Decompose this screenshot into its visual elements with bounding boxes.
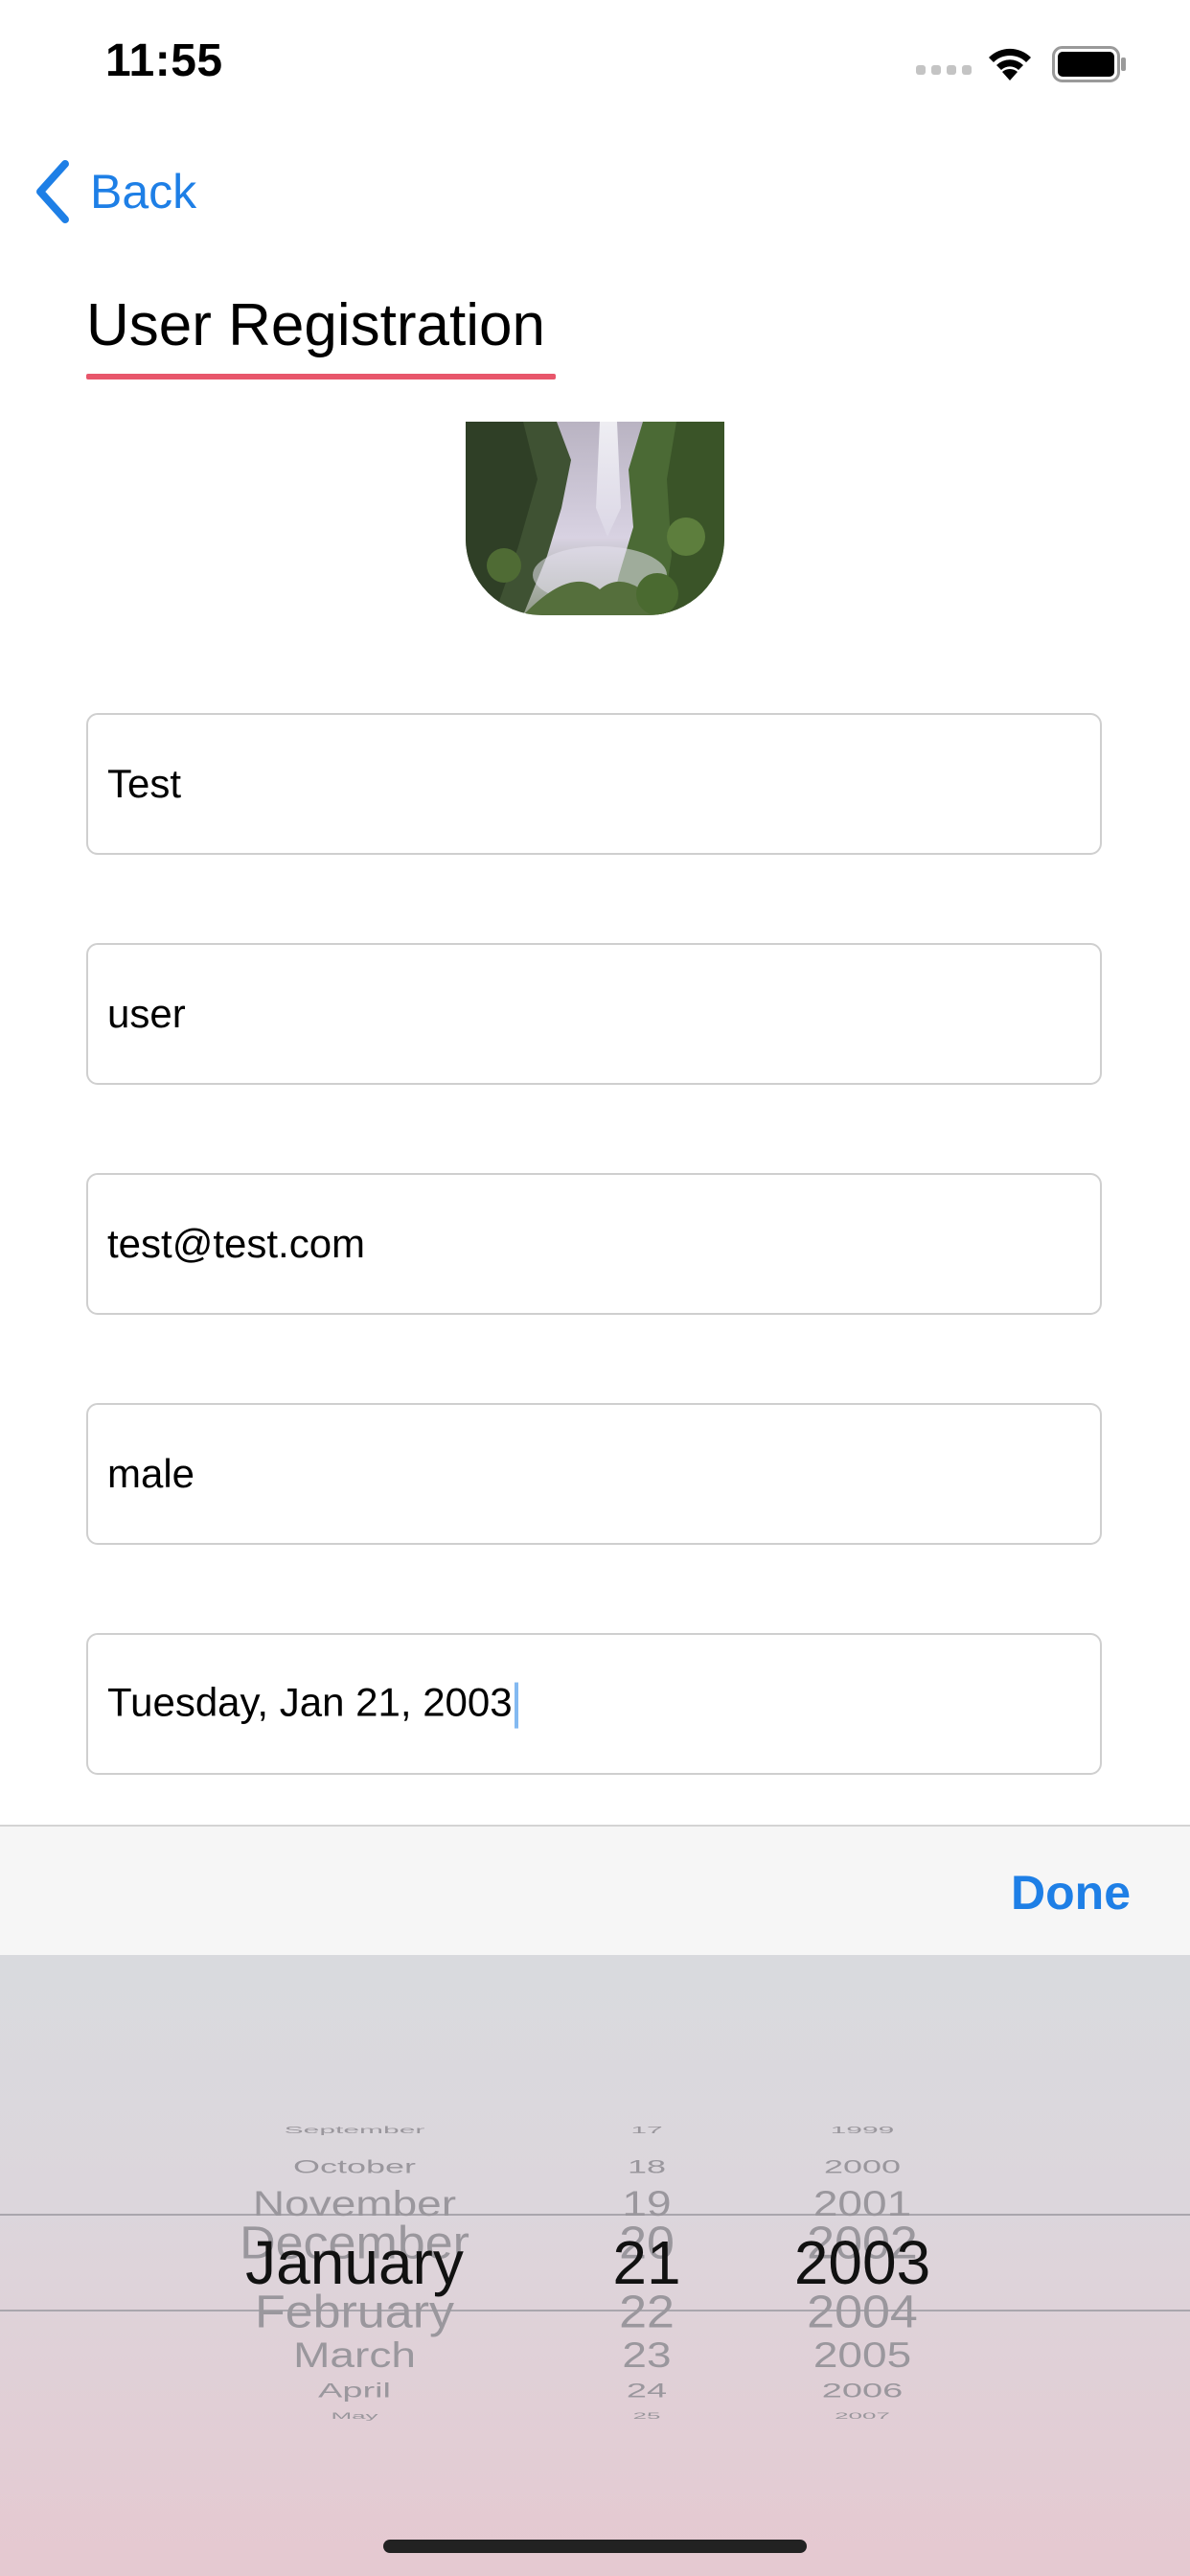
year-option[interactable]: 2001 <box>747 2186 977 2221</box>
title-underline <box>86 374 556 380</box>
month-option[interactable]: February <box>125 2289 584 2335</box>
status-bar: 11:55 <box>0 0 1190 125</box>
profile-photo[interactable] <box>466 422 724 615</box>
day-option[interactable]: 24 <box>565 2381 728 2402</box>
month-option[interactable]: September <box>125 2126 584 2136</box>
day-option[interactable]: 18 <box>565 2157 728 2176</box>
day-option[interactable]: 23 <box>565 2337 728 2373</box>
picker-toolbar: Done <box>0 1825 1190 1955</box>
month-option[interactable]: May <box>125 2411 584 2420</box>
year-option[interactable]: 2007 <box>747 2411 977 2420</box>
wifi-icon <box>989 48 1031 80</box>
cellular-signal-icon <box>916 65 972 75</box>
day-option[interactable]: 19 <box>565 2186 728 2221</box>
month-option[interactable]: November <box>125 2186 584 2221</box>
waterfall-photo-icon <box>466 422 724 615</box>
name-field[interactable]: Test <box>86 713 1102 855</box>
username-field-value: user <box>107 991 186 1036</box>
chevron-left-icon <box>36 160 69 223</box>
year-option[interactable]: 2003 <box>747 2232 977 2293</box>
day-option[interactable]: 21 <box>565 2232 728 2293</box>
text-cursor <box>514 1682 518 1729</box>
year-option[interactable]: 1999 <box>747 2126 977 2136</box>
birthdate-field-value-wrap: Tuesday, Jan 21, 2003 <box>107 1680 518 1729</box>
done-button[interactable]: Done <box>1011 1865 1131 1920</box>
status-time: 11:55 <box>105 35 223 86</box>
username-field[interactable]: user <box>86 943 1102 1085</box>
day-option[interactable]: 17 <box>565 2126 728 2136</box>
back-label: Back <box>90 165 197 218</box>
picker-fade-top <box>0 1955 1190 2060</box>
year-option[interactable]: 2004 <box>747 2289 977 2335</box>
gender-field[interactable]: male <box>86 1403 1102 1545</box>
registration-screen: 11:55 Back User Registration Test user t… <box>0 0 1190 2576</box>
month-option[interactable]: October <box>125 2157 584 2176</box>
birthdate-field-value: Tuesday, Jan 21, 2003 <box>107 1679 513 1725</box>
back-button[interactable]: Back <box>33 153 196 230</box>
email-field[interactable]: test@test.com <box>86 1173 1102 1315</box>
date-picker[interactable]: September October November December January F… <box>0 1955 1190 2576</box>
year-option[interactable]: 2005 <box>747 2337 977 2373</box>
page-title: User Registration <box>86 292 545 358</box>
gender-field-value: male <box>107 1451 195 1496</box>
picker-fade-bottom <box>0 2492 1190 2576</box>
birthdate-field[interactable]: Tuesday, Jan 21, 2003 <box>86 1633 1102 1775</box>
battery-icon <box>1052 46 1126 82</box>
month-option[interactable]: January <box>125 2232 584 2293</box>
day-option[interactable]: 22 <box>565 2289 728 2335</box>
month-option[interactable]: April <box>125 2381 584 2402</box>
day-option[interactable]: 25 <box>565 2411 728 2420</box>
email-field-value: test@test.com <box>107 1221 366 1266</box>
year-option[interactable]: 2006 <box>747 2381 977 2402</box>
home-indicator <box>383 2540 807 2553</box>
month-option[interactable]: March <box>125 2337 584 2373</box>
year-option[interactable]: 2000 <box>747 2157 977 2176</box>
name-field-value: Test <box>107 761 182 806</box>
